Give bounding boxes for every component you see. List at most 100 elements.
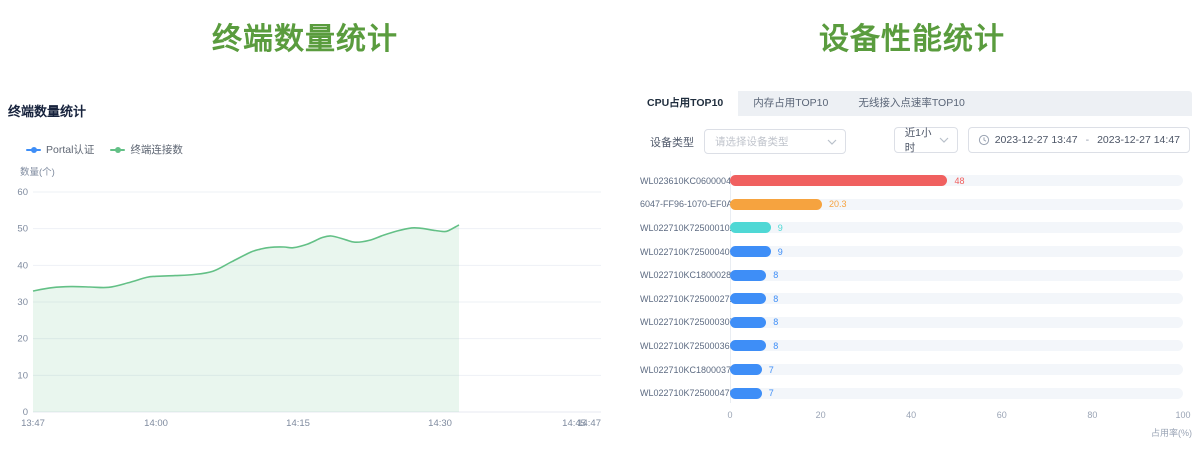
date-separator: - (1086, 134, 1090, 146)
tab-cpu-top10[interactable]: CPU占用TOP10 (632, 91, 738, 116)
bar-value-label: 9 (778, 247, 783, 257)
legend-label-portal: Portal认证 (46, 142, 94, 157)
x-tick-label: 13:47 (21, 418, 45, 429)
bar[interactable] (730, 222, 771, 233)
bar-value-label: 7 (769, 365, 774, 375)
y-tick-label: 50 (17, 224, 28, 235)
x-tick-label: 20 (816, 410, 826, 420)
bar-value-label: 20.3 (829, 199, 847, 209)
cpu-top10-bar-chart: WL023610KC06000043 48 6047-FF96-1070-EF0A 2… (640, 169, 1192, 439)
bar-row: WL022710K725000102 9 (640, 216, 1192, 240)
chevron-down-icon (827, 139, 837, 145)
clock-icon (978, 134, 990, 146)
bar-row: WL022710K725000470 7 (640, 381, 1192, 405)
legend-item-terminal-count[interactable]: 终端连接数 (110, 142, 183, 157)
bar-category-label: WL022710K725000102 (640, 223, 730, 233)
chart-legend: Portal认证 终端连接数 (26, 142, 183, 157)
bar[interactable] (730, 246, 771, 257)
date-start: 2023-12-27 13:47 (995, 134, 1078, 146)
bar-track: 7 (730, 388, 1183, 399)
time-range-value: 近1小时 (905, 125, 939, 155)
time-range-select[interactable]: 近1小时 (894, 127, 958, 153)
bar-value-label: 9 (778, 223, 783, 233)
chevron-down-icon (939, 137, 949, 143)
bar[interactable] (730, 317, 766, 328)
terminal-count-line-chart[interactable]: 0102030405060数量(个)13:4714:0014:1514:3014… (0, 160, 610, 450)
perf-tabbar: CPU占用TOP10 内存占用TOP10 无线接入点速率TOP10 (632, 91, 1192, 116)
bar-row: WL022710KC18000372 7 (640, 358, 1192, 382)
bar-category-label: WL023610KC06000043 (640, 176, 730, 186)
bar-track: 9 (730, 246, 1183, 257)
bar-track: 20.3 (730, 199, 1183, 210)
y-tick-label: 30 (17, 297, 28, 308)
x-tick-label: 80 (1087, 410, 1097, 420)
y-tick-label: 20 (17, 334, 28, 345)
bar-row: WL022710K725000307 8 (640, 311, 1192, 335)
bar-x-axis: 0 20 40 60 80 100 (730, 410, 1192, 422)
x-axis-name: 占用率(%) (640, 426, 1192, 439)
bar-track: 9 (730, 222, 1183, 233)
bar-row: WL023610KC06000043 48 (640, 169, 1192, 193)
bar[interactable] (730, 175, 947, 186)
device-type-select[interactable]: 请选择设备类型 (704, 129, 846, 154)
bar-category-label: 6047-FF96-1070-EF0A (640, 199, 730, 209)
date-range-picker[interactable]: 2023-12-27 13:47 - 2023-12-27 14:47 (968, 127, 1190, 153)
bar-track: 8 (730, 293, 1183, 304)
bar-row: WL022710K725000369 8 (640, 334, 1192, 358)
bar-row: 6047-FF96-1070-EF0A 20.3 (640, 193, 1192, 217)
bar[interactable] (730, 364, 762, 375)
bar-category-label: WL022710K725000470 (640, 388, 730, 398)
bar-track: 8 (730, 270, 1183, 281)
tab-wireless-rate-top10[interactable]: 无线接入点速率TOP10 (843, 91, 980, 116)
legend-marker-portal-icon (26, 149, 41, 151)
bar[interactable] (730, 388, 762, 399)
bar[interactable] (730, 293, 766, 304)
x-tick-label: 14:15 (286, 418, 310, 429)
legend-item-portal[interactable]: Portal认证 (26, 142, 94, 157)
device-type-placeholder: 请选择设备类型 (715, 134, 789, 149)
bar-row: WL022710K725000272 8 (640, 287, 1192, 311)
y-tick-label: 40 (17, 260, 28, 271)
bar-category-label: WL022710KC18000372 (640, 365, 730, 375)
bar-category-label: WL022710K725000409 (640, 247, 730, 257)
bar-track: 48 (730, 175, 1183, 186)
bar-value-label: 8 (773, 270, 778, 280)
y-tick-label: 0 (23, 407, 28, 418)
bar[interactable] (730, 199, 822, 210)
bar[interactable] (730, 340, 766, 351)
device-type-filter: 设备类型 请选择设备类型 (650, 129, 846, 154)
bar-category-label: WL022710KC18000280 (640, 270, 730, 280)
bar-value-label: 8 (773, 317, 778, 327)
x-tick-label: 60 (997, 410, 1007, 420)
x-tick-label: 40 (906, 410, 916, 420)
bar[interactable] (730, 270, 766, 281)
time-controls: 近1小时 2023-12-27 13:47 - 2023-12-27 14:47 (894, 127, 1190, 153)
bar-category-label: WL022710K725000307 (640, 317, 730, 327)
legend-marker-terminal-icon (110, 149, 125, 151)
bar-category-label: WL022710K725000369 (640, 341, 730, 351)
bar-value-label: 8 (773, 341, 778, 351)
bar-category-label: WL022710K725000272 (640, 294, 730, 304)
x-tick-label: 0 (727, 410, 732, 420)
bar-track: 7 (730, 364, 1183, 375)
y-tick-label: 60 (17, 187, 28, 198)
date-end: 2023-12-27 14:47 (1097, 134, 1180, 146)
bar-value-label: 8 (773, 294, 778, 304)
terminal-card-title: 终端数量统计 (8, 101, 86, 120)
x-tick-label: 14:00 (144, 418, 168, 429)
bar-row: WL022710K725000409 9 (640, 240, 1192, 264)
bar-track: 8 (730, 317, 1183, 328)
device-type-label: 设备类型 (650, 134, 694, 150)
y-axis-name: 数量(个) (20, 166, 55, 178)
tab-memory-top10[interactable]: 内存占用TOP10 (738, 91, 843, 116)
x-tick-label: 14:47 (577, 418, 601, 429)
legend-label-terminal-count: 终端连接数 (130, 142, 183, 157)
bar-value-label: 48 (954, 176, 964, 186)
area-fill (33, 225, 459, 412)
device-perf-title: 设备性能统计 (632, 14, 1192, 58)
x-tick-label: 100 (1175, 410, 1190, 420)
terminal-stats-title: 终端数量统计 (0, 14, 610, 58)
bar-row: WL022710KC18000280 8 (640, 263, 1192, 287)
bar-track: 8 (730, 340, 1183, 351)
bar-value-label: 7 (769, 388, 774, 398)
